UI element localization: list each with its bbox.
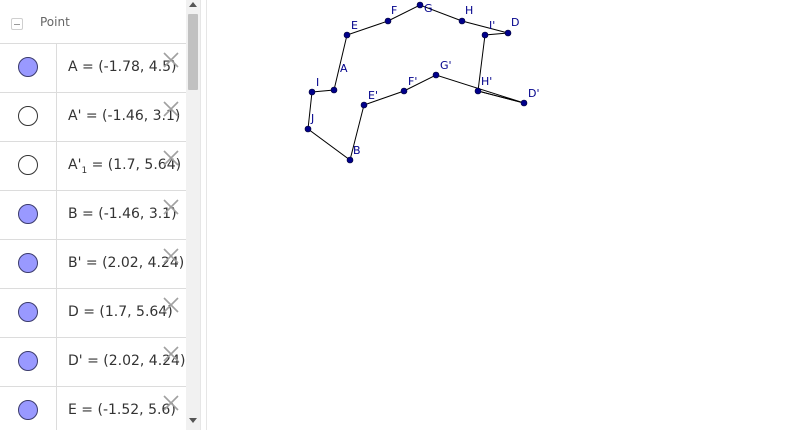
scroll-down-arrow-icon[interactable] — [189, 418, 197, 423]
visibility-toggle-icon[interactable] — [18, 253, 38, 273]
algebra-row[interactable]: A' = (-1.46, 3.1) — [0, 93, 186, 142]
point-e[interactable] — [343, 31, 351, 39]
algebra-row[interactable]: D = (1.7, 5.64) — [0, 289, 186, 338]
point-label-j: J — [310, 112, 314, 125]
group-title: Point — [40, 15, 70, 29]
visibility-cell — [0, 93, 57, 141]
point-label-h: H — [465, 4, 473, 17]
algebra-row[interactable]: A = (-1.78, 4.5) — [0, 44, 186, 93]
definition-text: E = (-1.52, 5.6) — [68, 402, 176, 418]
collapse-icon[interactable] — [11, 18, 23, 30]
visibility-cell — [0, 338, 57, 386]
visibility-toggle-icon[interactable] — [18, 204, 38, 224]
point-fp[interactable] — [400, 87, 408, 95]
object-definition[interactable]: D = (1.7, 5.64) — [68, 304, 173, 320]
point-d[interactable] — [504, 29, 512, 37]
visibility-toggle-icon[interactable] — [18, 351, 38, 371]
point-label-dp: D' — [528, 87, 540, 100]
visibility-toggle-icon[interactable] — [18, 106, 38, 126]
visibility-cell — [0, 44, 57, 92]
point-gp[interactable] — [432, 71, 440, 79]
delete-icon[interactable] — [161, 295, 181, 315]
algebra-row[interactable]: B = (-1.46, 3.1) — [0, 191, 186, 240]
delete-icon[interactable] — [161, 99, 181, 119]
point-label-gp: G' — [440, 59, 452, 72]
point-ip[interactable] — [481, 31, 489, 39]
point-label-e: E — [351, 19, 358, 32]
visibility-cell — [0, 240, 57, 288]
delete-icon[interactable] — [161, 344, 181, 364]
point-label-ep: E' — [368, 89, 378, 102]
visibility-toggle-icon[interactable] — [18, 57, 38, 77]
graphics-canvas[interactable]: A B D E F G H I J I' D' E' F' G' H' — [207, 0, 800, 430]
point-label-i: I — [316, 76, 319, 89]
point-label-ip: I' — [489, 19, 495, 32]
definition-text: A' — [68, 157, 82, 173]
point-label-f: F — [391, 4, 397, 17]
object-definition[interactable]: E = (-1.52, 5.6) — [68, 402, 176, 418]
visibility-cell — [0, 191, 57, 239]
delete-icon[interactable] — [161, 246, 181, 266]
point-h[interactable] — [458, 17, 466, 25]
point-dp[interactable] — [520, 99, 528, 107]
point-j[interactable] — [304, 125, 312, 133]
point-ep[interactable] — [360, 101, 368, 109]
point-label-a: A — [340, 62, 348, 75]
visibility-toggle-icon[interactable] — [18, 400, 38, 420]
visibility-cell — [0, 142, 57, 190]
scroll-up-arrow-icon[interactable] — [189, 2, 197, 7]
visibility-toggle-icon[interactable] — [18, 155, 38, 175]
point-hp[interactable] — [474, 87, 482, 95]
segment[interactable] — [477, 90, 525, 104]
point-i[interactable] — [308, 88, 316, 96]
algebra-row[interactable]: A'1 = (1.7, 5.64) — [0, 142, 186, 191]
point-label-d: D — [511, 16, 519, 29]
point-a[interactable] — [330, 86, 338, 94]
point-g[interactable] — [416, 1, 424, 9]
view-splitter[interactable] — [200, 0, 207, 430]
visibility-toggle-icon[interactable] — [18, 302, 38, 322]
algebra-view: Point A = (-1.78, 4.5) A' = (-1.46, 3.1) A… — [0, 0, 186, 430]
group-header[interactable]: Point — [0, 0, 186, 44]
delete-icon[interactable] — [161, 148, 181, 168]
delete-icon[interactable] — [161, 197, 181, 217]
visibility-cell — [0, 289, 57, 337]
graphics-view[interactable]: A B D E F G H I J I' D' E' F' G' H' — [207, 0, 800, 430]
point-label-fp: F' — [408, 75, 417, 88]
visibility-cell — [0, 387, 57, 430]
algebra-row[interactable]: E = (-1.52, 5.6) — [0, 387, 186, 430]
delete-icon[interactable] — [161, 393, 181, 413]
scroll-thumb[interactable] — [188, 14, 198, 90]
delete-icon[interactable] — [161, 50, 181, 70]
point-label-g: G — [424, 2, 433, 15]
point-label-hp: H' — [481, 75, 492, 88]
point-b[interactable] — [346, 156, 354, 164]
algebra-row[interactable]: D' = (2.02, 4.24) — [0, 338, 186, 387]
definition-text: D = (1.7, 5.64) — [68, 304, 173, 320]
algebra-row[interactable]: B' = (2.02, 4.24) — [0, 240, 186, 289]
point-label-b: B — [353, 144, 361, 157]
point-f[interactable] — [384, 17, 392, 25]
